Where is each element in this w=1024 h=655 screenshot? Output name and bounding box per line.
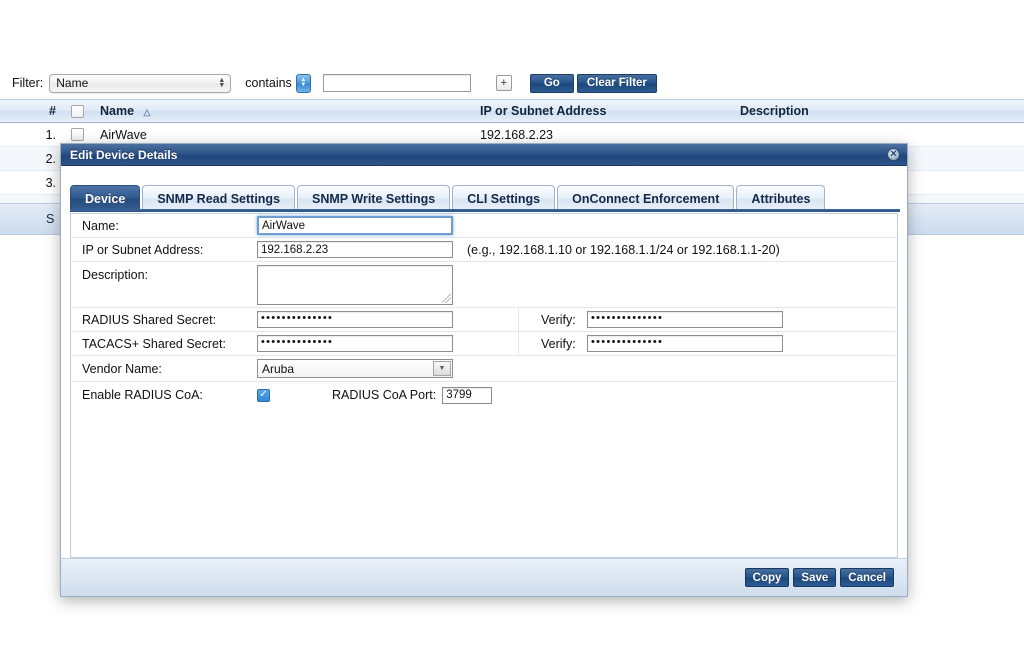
dialog-body: Device SNMP Read Settings SNMP Write Set… xyxy=(61,166,907,558)
name-input[interactable] xyxy=(257,216,453,235)
coa-label: Enable RADIUS CoA: xyxy=(82,388,203,402)
go-label: Go xyxy=(543,77,560,89)
copy-label: Copy xyxy=(752,571,782,584)
column-header-index[interactable]: # xyxy=(0,104,62,118)
tacacs-secret-input[interactable]: •••••••••••••• xyxy=(257,335,453,352)
vendor-label: Vendor Name: xyxy=(82,361,162,376)
dialog-title: Edit Device Details xyxy=(70,147,178,162)
row-index: 3. xyxy=(45,175,56,190)
tab-device-label: Device xyxy=(85,191,126,206)
enable-radius-coa-checkbox[interactable] xyxy=(257,388,270,402)
edit-device-details-dialog: Edit Device Details Device SNMP Read Set… xyxy=(60,143,908,597)
tab-snmp-read-settings[interactable]: SNMP Read Settings xyxy=(142,185,296,211)
form-row-radius-coa: Enable RADIUS CoA: RADIUS CoA Port: xyxy=(71,382,897,408)
description-textarea[interactable] xyxy=(257,264,453,305)
tacacs-verify-input[interactable]: •••••••••••••• xyxy=(587,335,783,352)
tacacs-secret-value: •••••••••••••• xyxy=(261,336,334,348)
dialog-title-bar[interactable]: Edit Device Details xyxy=(61,144,907,166)
filter-bar: Filter: Name contains ▲▼ + Go Clear Filt… xyxy=(0,70,1024,96)
filter-field-select-value: Name xyxy=(56,76,89,90)
coa-port-input[interactable] xyxy=(442,386,493,404)
radius-secret-input[interactable]: •••••••••••••• xyxy=(257,311,453,328)
tacacs-secret-label: TACACS+ Shared Secret: xyxy=(82,336,226,351)
add-filter-button[interactable]: + xyxy=(495,75,512,91)
radius-secret-value: •••••••••••••• xyxy=(261,312,334,324)
go-button[interactable]: Go xyxy=(529,73,574,93)
copy-button[interactable]: Copy xyxy=(744,568,790,587)
tab-snmp-write-settings-label: SNMP Write Settings xyxy=(312,191,436,206)
cancel-button[interactable]: Cancel xyxy=(840,568,894,587)
tab-cli-settings-label: CLI Settings xyxy=(467,191,541,206)
filter-label: Filter: xyxy=(12,76,44,90)
column-header-ip[interactable]: IP or Subnet Address xyxy=(480,104,740,118)
row-name: AirWave xyxy=(100,127,147,142)
tab-onconnect-enforcement[interactable]: OnConnect Enforcement xyxy=(557,185,735,211)
form-row-vendor: Vendor Name: Aruba xyxy=(71,356,897,382)
clear-filter-label: Clear Filter xyxy=(586,77,647,89)
tab-onconnect-enforcement-label: OnConnect Enforcement xyxy=(572,191,720,206)
tab-device[interactable]: Device xyxy=(70,185,141,211)
row-select-checkbox[interactable] xyxy=(62,128,100,141)
device-form: Name: IP or Subnet Address: (e.g., 192.1… xyxy=(70,213,898,558)
tacacs-verify-value: •••••••••••••• xyxy=(591,336,664,348)
tab-cli-settings[interactable]: CLI Settings xyxy=(452,185,556,211)
name-label: Name: xyxy=(82,218,119,233)
row-index: 2. xyxy=(45,151,56,166)
save-button[interactable]: Save xyxy=(793,568,837,587)
ip-hint-text: (e.g., 192.168.1.10 or 192.168.1.1/24 or… xyxy=(467,242,780,257)
checkbox-icon xyxy=(71,104,84,118)
tab-attributes[interactable]: Attributes xyxy=(736,185,826,211)
table-footer-text: S xyxy=(46,212,55,226)
filter-value-input[interactable] xyxy=(322,74,471,92)
form-row-name: Name: xyxy=(71,214,897,238)
chevron-down-icon[interactable] xyxy=(433,361,451,376)
radius-verify-value: •••••••••••••• xyxy=(591,312,664,324)
column-header-description[interactable]: Description xyxy=(740,104,1024,118)
dialog-tabs: Device SNMP Read Settings SNMP Write Set… xyxy=(70,178,907,211)
ip-input[interactable] xyxy=(257,241,453,258)
cancel-label: Cancel xyxy=(848,571,886,584)
row-index: 1. xyxy=(45,127,56,142)
filter-operator-stepper[interactable]: ▲ ▼ xyxy=(295,73,311,93)
select-all-checkbox[interactable] xyxy=(62,104,100,118)
form-row-radius-secret: RADIUS Shared Secret: •••••••••••••• Ver… xyxy=(71,308,897,332)
table-header-row: # Name △ IP or Subnet Address Descriptio… xyxy=(0,99,1024,123)
form-row-tacacs-secret: TACACS+ Shared Secret: •••••••••••••• Ve… xyxy=(71,332,897,356)
tab-attributes-label: Attributes xyxy=(751,191,811,206)
add-filter-label: + xyxy=(500,76,508,89)
close-icon[interactable] xyxy=(887,148,900,161)
form-row-ip: IP or Subnet Address: (e.g., 192.168.1.1… xyxy=(71,238,897,262)
vendor-select-value: Aruba xyxy=(262,361,295,376)
save-label: Save xyxy=(801,571,829,584)
checkbox-icon xyxy=(71,128,84,141)
tab-snmp-write-settings[interactable]: SNMP Write Settings xyxy=(297,185,451,211)
coa-port-label: RADIUS CoA Port: xyxy=(332,388,437,402)
radius-secret-label: RADIUS Shared Secret: xyxy=(82,312,217,327)
clear-filter-button[interactable]: Clear Filter xyxy=(576,73,657,93)
sort-ascending-icon: △ xyxy=(143,107,151,117)
tab-snmp-read-settings-label: SNMP Read Settings xyxy=(157,191,281,206)
column-header-name-label: Name xyxy=(100,104,135,118)
filter-operator-value: contains xyxy=(245,76,292,90)
radius-verify-input[interactable]: •••••••••••••• xyxy=(587,311,783,328)
resize-grip-icon[interactable] xyxy=(442,293,451,303)
column-header-name[interactable]: Name △ xyxy=(100,104,480,118)
stepper-arrows-icon xyxy=(218,78,225,88)
tab-strip-underline xyxy=(70,209,900,212)
row-ip: 192.168.2.23 xyxy=(480,127,553,142)
filter-field-select[interactable]: Name xyxy=(49,73,232,93)
description-label: Description: xyxy=(82,268,148,282)
dialog-footer: Copy Save Cancel xyxy=(61,558,907,596)
form-row-description: Description: xyxy=(71,262,897,308)
vendor-select[interactable]: Aruba xyxy=(257,359,453,378)
ip-label: IP or Subnet Address: xyxy=(82,242,204,257)
